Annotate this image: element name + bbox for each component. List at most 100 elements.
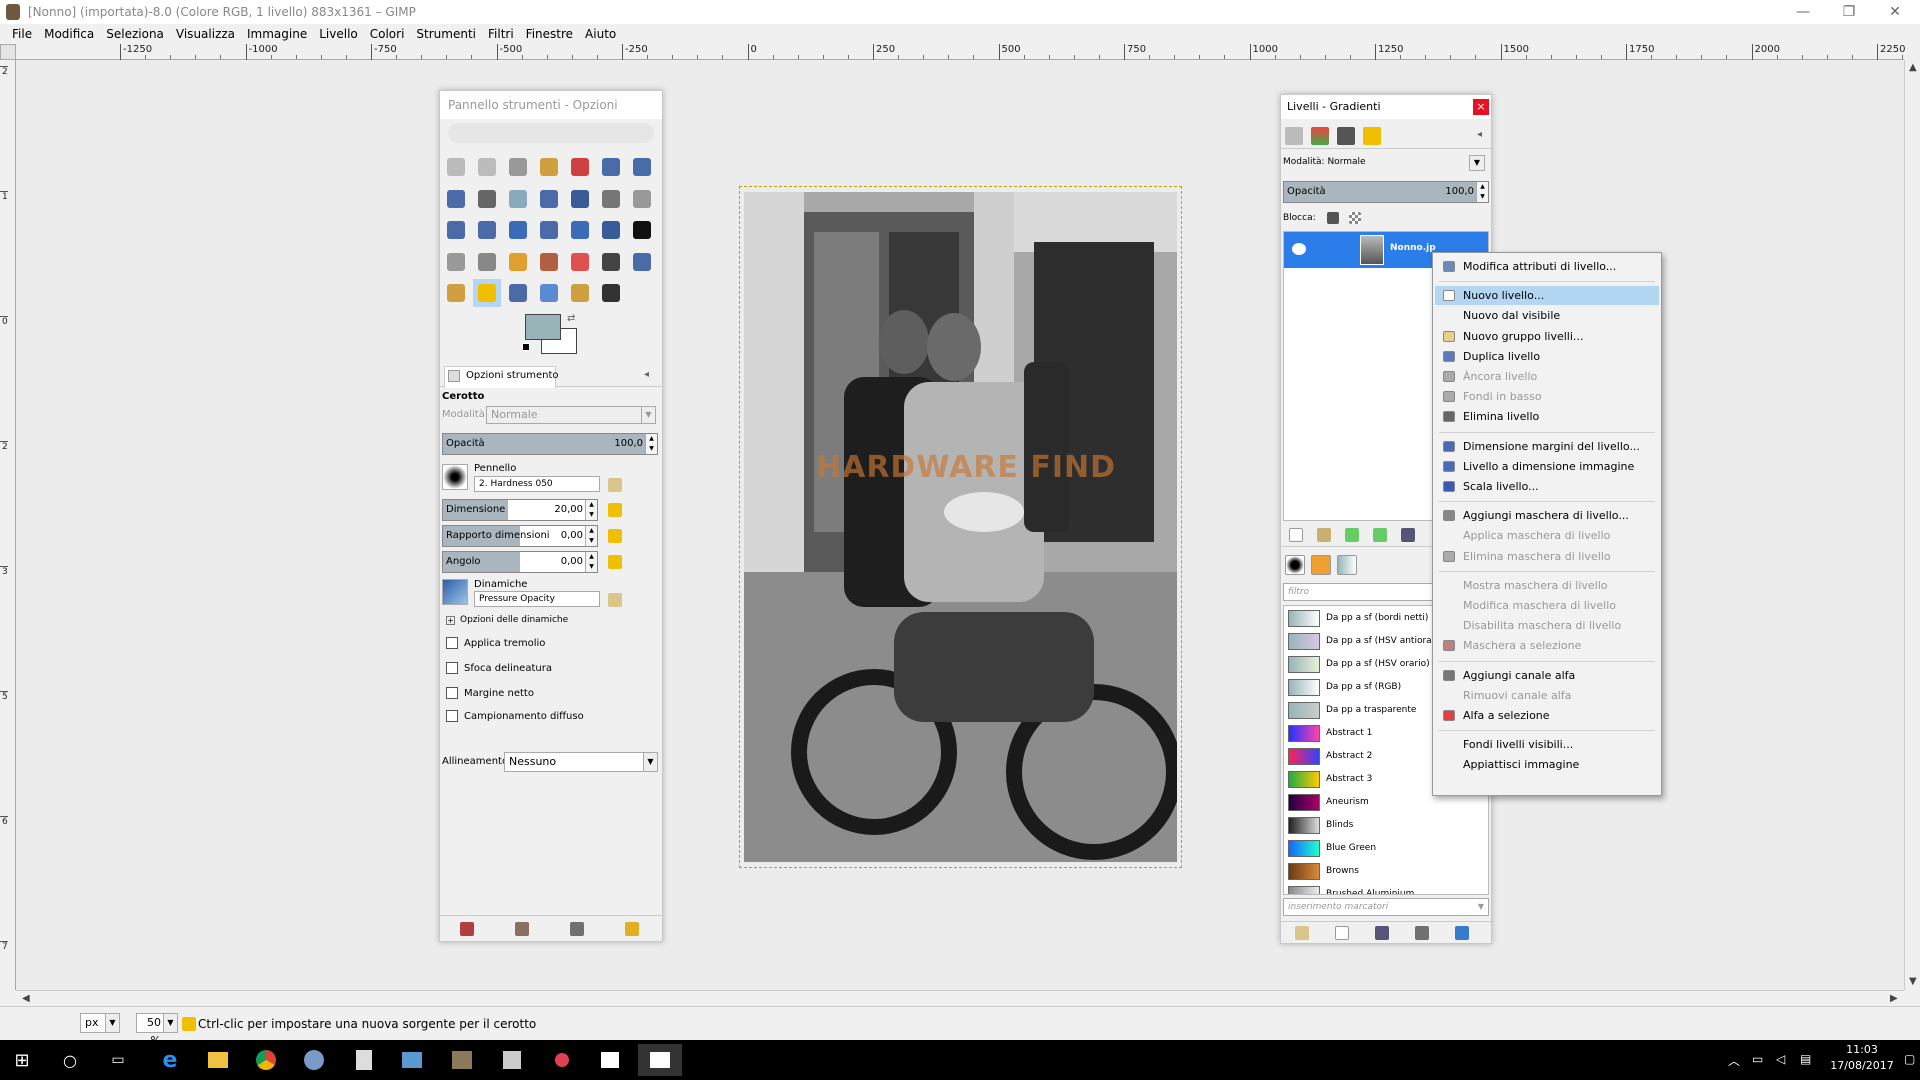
app-icon[interactable]: [540, 1044, 584, 1076]
raise-layer-icon[interactable]: [1345, 528, 1359, 542]
menu-8[interactable]: Filtri: [482, 27, 520, 41]
paths-tab-icon[interactable]: [1337, 127, 1355, 145]
context-menu-item-12[interactable]: Scala livello...: [1435, 477, 1659, 496]
save-options-icon[interactable]: [460, 922, 474, 936]
tool-button-21[interactable]: [442, 248, 470, 276]
scroll-right-icon[interactable]: ▶: [1890, 993, 1898, 1004]
tool-button-7[interactable]: [442, 185, 470, 213]
brush-field[interactable]: 2. Hardness 050: [474, 476, 600, 492]
tool-button-3[interactable]: [535, 153, 563, 181]
tool-button-16[interactable]: [504, 216, 532, 244]
close-button[interactable]: ✕: [1872, 0, 1918, 24]
layers-close-icon[interactable]: ×: [1473, 99, 1489, 115]
tool-button-30[interactable]: [504, 279, 532, 307]
scroll-up-icon[interactable]: ▲: [1909, 62, 1917, 73]
zoom-select[interactable]: 50 % ▼: [136, 1013, 178, 1047]
new-layer-icon[interactable]: [1289, 528, 1303, 542]
vertical-scrollbar[interactable]: ▲ ▼: [1904, 60, 1920, 990]
context-menu-item-23[interactable]: Aggiungi canale alfa: [1435, 666, 1659, 685]
dynamics-preview[interactable]: [442, 579, 468, 605]
app-icon[interactable]: [490, 1044, 534, 1076]
context-menu-item-4[interactable]: Nuovo gruppo livelli...: [1435, 327, 1659, 346]
tool-button-22[interactable]: [473, 248, 501, 276]
context-menu-item-11[interactable]: Livello a dimensione immagine: [1435, 457, 1659, 476]
gradient-item[interactable]: Aneurism: [1288, 792, 1369, 812]
context-menu-item-5[interactable]: Duplica livello: [1435, 347, 1659, 366]
tool-options-tab[interactable]: Opzioni strumento ◂: [440, 363, 662, 388]
checkbox[interactable]: [446, 687, 458, 699]
layer-opacity-slider[interactable]: Opacità 100,0 ▲ ▼: [1283, 181, 1489, 203]
edit-dynamics-icon[interactable]: [608, 593, 622, 607]
gradient-item[interactable]: Da pp a sf (HSV orario): [1288, 654, 1430, 674]
minimize-button[interactable]: —: [1780, 0, 1826, 24]
tool-button-15[interactable]: [473, 216, 501, 244]
refresh-gradients-icon[interactable]: [1455, 926, 1469, 940]
edit-brush-icon[interactable]: [608, 478, 622, 492]
tool-button-11[interactable]: [566, 185, 594, 213]
context-menu-item-10[interactable]: Dimensione margini del livello...: [1435, 437, 1659, 456]
panel-menu-icon[interactable]: ◂: [644, 369, 649, 380]
eye-icon[interactable]: [1292, 243, 1306, 255]
menu-2[interactable]: Seleziona: [100, 27, 170, 41]
brushes-tab-icon[interactable]: [1285, 555, 1305, 575]
clock-time[interactable]: 11:03: [1822, 1043, 1902, 1056]
menu-4[interactable]: Immagine: [241, 27, 313, 41]
app-icon[interactable]: [390, 1044, 434, 1076]
windows-start-icon[interactable]: ⊞: [0, 1044, 44, 1076]
edit-gradient-icon[interactable]: [1295, 926, 1309, 940]
gradient-item[interactable]: Abstract 3: [1288, 769, 1372, 789]
delete-options-icon[interactable]: [570, 922, 584, 936]
restore-options-icon[interactable]: [515, 922, 529, 936]
checkbox[interactable]: [446, 637, 458, 649]
opacity-slider[interactable]: Opacità 100,0 ▲ ▼: [442, 433, 658, 455]
menu-5[interactable]: Livello: [313, 27, 364, 41]
gradient-item[interactable]: Browns: [1288, 861, 1359, 881]
menu-6[interactable]: Colori: [364, 27, 411, 41]
reset-aspect-icon[interactable]: [608, 529, 622, 543]
context-menu-item-27[interactable]: Fondi livelli visibili...: [1435, 735, 1659, 754]
edge-icon[interactable]: e: [148, 1044, 192, 1076]
tool-button-23[interactable]: [504, 248, 532, 276]
tool-button-1[interactable]: [473, 153, 501, 181]
tool-button-4[interactable]: [566, 153, 594, 181]
lower-layer-icon[interactable]: [1373, 528, 1387, 542]
chevron-down-icon[interactable]: ▼: [1469, 155, 1485, 171]
keyboard-icon[interactable]: ▤: [1800, 1052, 1811, 1066]
check-sfoca[interactable]: Sfoca delineatura: [446, 662, 552, 674]
tool-button-17[interactable]: [535, 216, 563, 244]
check-margine[interactable]: Margine netto: [446, 687, 534, 699]
tool-button-8[interactable]: [473, 185, 501, 213]
menu-0[interactable]: File: [6, 27, 38, 41]
photo-content[interactable]: HARDWARE FIND: [744, 192, 1177, 862]
tool-button-26[interactable]: [597, 248, 625, 276]
check-campionamento[interactable]: Campionamento diffuso: [446, 710, 584, 722]
context-menu-item-0[interactable]: Modifica attributi di livello...: [1435, 257, 1659, 276]
foreground-color[interactable]: [525, 314, 561, 340]
dynamics-options-expander[interactable]: + Opzioni delle dinamiche: [446, 615, 568, 625]
alignment-select[interactable]: Nessuno ▼: [504, 752, 658, 772]
channels-tab-icon[interactable]: [1311, 127, 1329, 145]
clock-date[interactable]: 17/08/2017: [1822, 1059, 1902, 1072]
volume-icon[interactable]: ◁: [1776, 1052, 1785, 1066]
brush-preview[interactable]: [442, 464, 468, 490]
checkbox[interactable]: [446, 662, 458, 674]
gradient-item[interactable]: Abstract 2: [1288, 746, 1372, 766]
gradient-item[interactable]: Da pp a trasparente: [1288, 700, 1416, 720]
task-view-icon[interactable]: ▭: [96, 1044, 140, 1076]
lock-pixels-icon[interactable]: [1327, 212, 1339, 224]
gradient-item[interactable]: Brushed Aluminium: [1288, 884, 1414, 894]
tags-input[interactable]: inserimento marcatori ▼: [1283, 898, 1489, 916]
dynamics-field[interactable]: Pressure Opacity: [474, 591, 600, 607]
network-icon[interactable]: ▭: [1752, 1052, 1763, 1066]
tool-button-27[interactable]: [628, 248, 656, 276]
tool-button-29[interactable]: [473, 279, 501, 307]
menu-10[interactable]: Aiuto: [579, 27, 622, 41]
tool-button-10[interactable]: [535, 185, 563, 213]
tool-button-28[interactable]: [442, 279, 470, 307]
duplicate-gradient-icon[interactable]: [1375, 926, 1389, 940]
context-menu-item-2[interactable]: Nuovo livello...: [1435, 286, 1659, 306]
lock-alpha-icon[interactable]: [1349, 212, 1361, 224]
search-icon[interactable]: ○: [48, 1044, 92, 1076]
size-slider[interactable]: Dimensione 20,00 ▲ ▼: [442, 499, 598, 521]
tool-button-13[interactable]: [628, 185, 656, 213]
